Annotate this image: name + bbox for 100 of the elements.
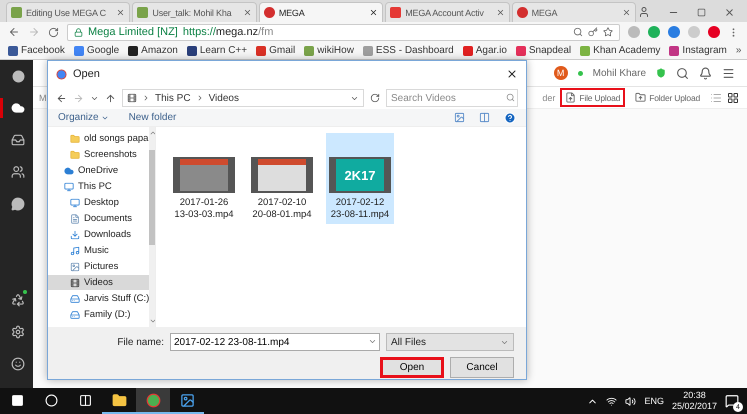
command-button[interactable]: Organize [58,112,109,123]
scroll-down-icon[interactable] [149,317,155,325]
scroll-thumb[interactable] [149,150,155,244]
bookmark-link[interactable]: Facebook [8,45,65,56]
command-button[interactable]: New folder [128,112,176,123]
close-icon[interactable] [622,8,632,17]
back-icon[interactable] [56,92,67,104]
notification-icon[interactable] [725,394,739,408]
nav-item[interactable]: old songs papa [48,131,150,146]
dropdown-icon[interactable] [368,337,377,346]
volume-icon[interactable] [625,396,636,406]
file-item[interactable]: 2017-01-26 13-03-03.mp4 [170,133,238,224]
close-icon[interactable] [116,8,126,17]
bookmark-link[interactable]: wikiHow [304,45,354,56]
bookmark-link[interactable]: Amazon [128,45,178,56]
task-view-icon[interactable] [78,394,92,406]
bookmark-link[interactable]: Gmail [256,45,296,56]
extension-icon[interactable] [648,26,660,38]
taskbar-clock[interactable]: 20:38 25/02/2017 [672,390,717,412]
nav-item[interactable]: Downloads [48,227,150,242]
scroll-up-icon[interactable] [149,129,155,137]
up-icon[interactable] [105,92,116,104]
zoom-icon[interactable] [573,27,583,37]
nav-item[interactable]: Music [48,243,150,258]
chat-icon[interactable] [11,197,25,211]
start-icon[interactable] [10,394,24,406]
view-icon[interactable] [454,112,465,123]
nav-item[interactable]: Screenshots [48,147,150,162]
extension-icon[interactable] [668,26,680,38]
bell-icon[interactable] [699,66,712,80]
logo-icon[interactable] [12,70,24,82]
user-name[interactable]: Mohil Khare [592,68,646,78]
close-icon[interactable] [369,8,378,17]
help-icon[interactable] [504,112,516,124]
file-item[interactable]: 2017-02-10 20-08-01.mp4 [248,133,316,224]
browser-tab[interactable]: MEGA Account Activ [385,2,510,22]
more-bookmarks[interactable]: » [736,45,742,56]
browser-tab[interactable]: MEGA [512,2,636,22]
download-icon [70,230,80,240]
photos-icon[interactable] [180,392,194,408]
grid-view-icon[interactable] [727,92,739,104]
back-icon[interactable] [8,26,20,38]
bookmark-link[interactable]: Khan Academy [580,45,660,56]
bookmark-link[interactable]: ESS - Dashboard [362,45,454,56]
language-indicator[interactable]: ENG [644,396,664,406]
smiley-icon[interactable] [11,357,25,371]
key-icon[interactable] [588,27,598,37]
nav-item[interactable]: This PC [48,179,150,194]
folder-icon[interactable] [112,392,126,408]
file-type-select[interactable]: All Files [386,333,514,351]
extension-icon[interactable] [708,26,720,38]
drive-icon [70,294,80,304]
video-thumbnail [251,157,313,193]
nav-item[interactable]: Jarvis Stuff (C:) [48,291,150,306]
user-avatar[interactable]: M [554,66,568,80]
nav-item[interactable]: OneDrive [48,163,150,178]
wifi-icon[interactable] [606,396,618,406]
refresh-icon[interactable] [370,93,380,103]
nav-item[interactable]: Videos [48,275,150,290]
browser-tab[interactable]: Editing Use MEGA C [6,2,130,22]
dialog-button[interactable]: Open [380,357,444,378]
bookmark-link[interactable]: Instagram [669,45,727,56]
recycle-icon[interactable] [11,293,25,307]
preview-pane-icon[interactable] [479,112,490,123]
breadcrumb-item[interactable]: This PC [155,92,191,104]
music-icon [70,246,80,256]
menu-icon[interactable] [722,66,735,80]
close-icon[interactable] [506,68,518,80]
file-item[interactable]: 2K17 2017-02-12 23-08-11.mp4 [326,133,394,224]
dialog-button[interactable]: Cancel [450,357,514,378]
contacts-icon[interactable] [11,165,25,179]
bookmark-link[interactable]: Learn C++ [186,45,248,56]
close-icon[interactable] [496,8,505,17]
breadcrumb-item[interactable]: Videos [208,92,239,104]
url-text: https://mega.nz/fm [182,26,274,38]
address-bar[interactable]: Mega Limited [NZ] https://mega.nz/fm [67,24,620,40]
nav-item[interactable]: Pictures [48,259,150,274]
bookmark-star-icon[interactable] [603,27,613,37]
search-field[interactable]: Search Videos [386,89,518,107]
scrollbar[interactable] [149,127,155,327]
profile-icon[interactable] [638,6,650,18]
bookmark-link[interactable]: Agar.io [462,45,507,56]
browser-tab[interactable]: MEGA [258,2,384,22]
bookmark-link[interactable]: Google [74,45,120,56]
file-name-field[interactable]: 2017-02-12 23-08-11.mp4 [170,333,380,351]
upload-button[interactable]: File Upload [560,88,626,107]
nav-item[interactable]: Desktop [48,195,150,210]
restore-icon[interactable] [697,8,706,16]
bookmark-link[interactable]: Snapdeal [516,45,572,56]
close-icon[interactable] [242,8,252,17]
nav-item[interactable]: Documents [48,211,150,226]
upload-button[interactable]: Folder Upload [630,88,705,107]
nav-item[interactable]: Family (D:) [48,307,150,322]
cloud-icon[interactable] [11,101,25,115]
inbox-icon[interactable] [11,133,25,147]
search-icon[interactable] [676,66,689,80]
reload-icon[interactable] [48,26,59,38]
settings-icon[interactable] [11,325,25,339]
breadcrumb-bar[interactable]: This PC Videos [122,89,364,107]
browser-tab[interactable]: User_talk: Mohil Kha [132,2,257,22]
